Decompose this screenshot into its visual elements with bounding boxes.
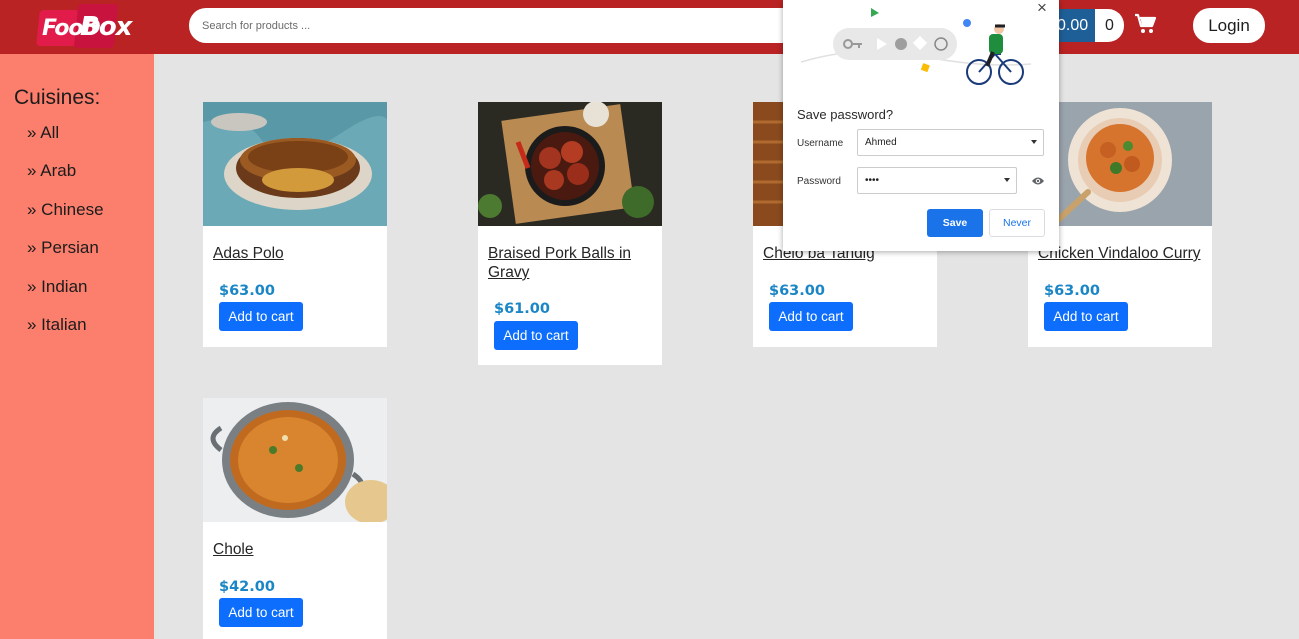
product-price: $63.00 (1044, 283, 1100, 299)
product-name-link[interactable]: Chicken Vindaloo Curry (1038, 244, 1204, 263)
chevron-down-icon[interactable] (1004, 178, 1010, 182)
product-price: $63.00 (769, 283, 825, 299)
logo-text-box: Box (80, 12, 132, 42)
cart-count-badge: 0 (1095, 9, 1124, 42)
braised-pork-balls-image[interactable] (478, 102, 662, 226)
product-price: $42.00 (219, 579, 275, 595)
add-to-cart-button[interactable]: Add to cart (769, 302, 853, 331)
password-illustration (801, 8, 1031, 85)
close-icon[interactable]: × (1037, 0, 1047, 18)
sidebar-title: Cuisines: (14, 86, 101, 109)
chevron-down-icon[interactable] (1031, 140, 1037, 144)
add-to-cart-button[interactable]: Add to cart (494, 321, 578, 350)
sidebar-item-indian[interactable]: » Indian (27, 276, 104, 314)
foodbox-logo[interactable]: FooD Box (36, 2, 132, 50)
sidebar-item-arab[interactable]: » Arab (27, 160, 104, 198)
password-field[interactable]: •••• (857, 167, 1017, 194)
cuisine-sidebar: Cuisines: » All » Arab » Chinese » Persi… (0, 54, 154, 639)
username-field[interactable]: Ahmed (857, 129, 1044, 156)
never-save-button[interactable]: Never (989, 209, 1045, 237)
cuisine-list: » All » Arab » Chinese » Persian » India… (27, 122, 104, 352)
chole-image[interactable] (203, 398, 387, 522)
add-to-cart-button[interactable]: Add to cart (219, 598, 303, 627)
sidebar-item-persian[interactable]: » Persian (27, 237, 104, 275)
dialog-title: Save password? (797, 107, 894, 122)
username-value: Ahmed (865, 137, 897, 148)
product-card: Chole $42.00 Add to cart (203, 398, 387, 639)
search-input[interactable] (189, 8, 809, 43)
add-to-cart-button[interactable]: Add to cart (1044, 302, 1128, 331)
product-card: Adas Polo $63.00 Add to cart (203, 102, 387, 347)
save-password-dialog: × Save password? Username Ahmed Password… (783, 0, 1059, 251)
top-navbar: FooD Box 0.00 0 Login (0, 0, 1299, 54)
login-button[interactable]: Login (1193, 8, 1265, 43)
product-name-link[interactable]: Chole (213, 540, 379, 559)
save-password-button[interactable]: Save (927, 209, 983, 237)
password-label: Password (797, 176, 841, 187)
sidebar-item-chinese[interactable]: » Chinese (27, 199, 104, 237)
sidebar-item-italian[interactable]: » Italian (27, 314, 104, 352)
username-label: Username (797, 138, 844, 149)
show-password-eye-icon[interactable] (1031, 176, 1045, 186)
product-price: $63.00 (219, 283, 275, 299)
sidebar-item-all[interactable]: » All (27, 122, 104, 160)
product-card: Braised Pork Balls in Gravy $61.00 Add t… (478, 102, 662, 365)
add-to-cart-button[interactable]: Add to cart (219, 302, 303, 331)
product-name-link[interactable]: Braised Pork Balls in Gravy (488, 244, 654, 282)
shopping-cart-icon[interactable] (1134, 12, 1158, 36)
password-value: •••• (865, 175, 880, 186)
adas-polo-image[interactable] (203, 102, 387, 226)
product-price: $61.00 (494, 301, 550, 317)
product-name-link[interactable]: Adas Polo (213, 244, 379, 263)
